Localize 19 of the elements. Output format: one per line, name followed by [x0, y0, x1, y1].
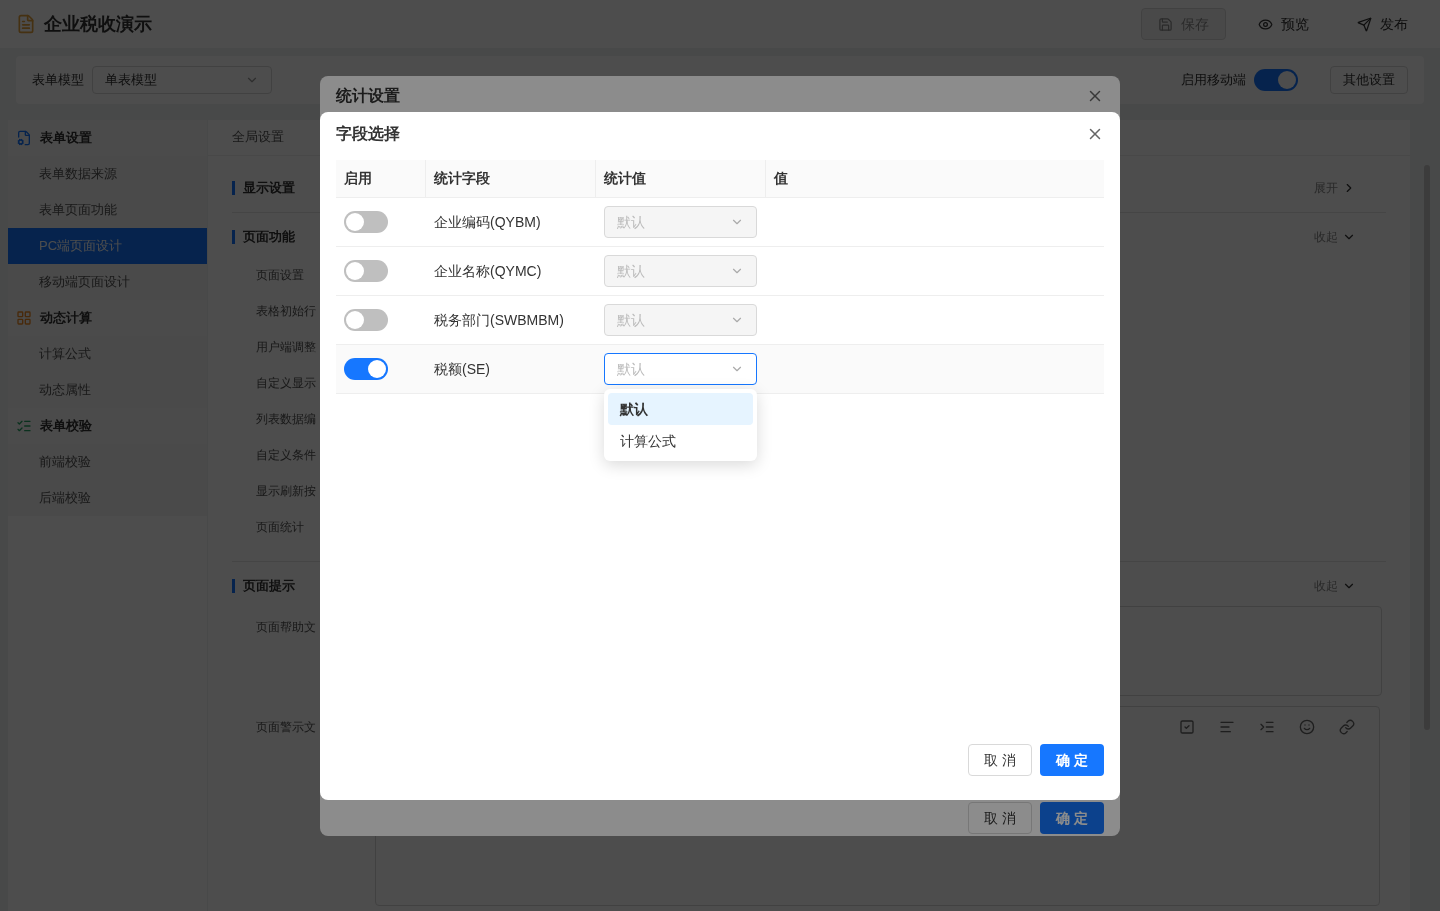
column-header: 统计字段 [426, 160, 596, 197]
dialog-title: 字段选择 [336, 124, 400, 144]
table-cell-text: 税务部门(SWBMBM) [433, 310, 565, 330]
section-title: 页面功能 [232, 230, 295, 244]
sidebar-group-title: 动态计算 [40, 309, 92, 328]
table-cell-text: 税额(SE) [433, 359, 491, 379]
table-cell-text: 企业名称(QYMC) [433, 261, 543, 281]
column-header: 值 [773, 169, 789, 188]
field-label: 表单模型 [32, 71, 84, 90]
dialog-title: 统计设置 [336, 86, 400, 106]
table-cell-text: 企业编码(QYBM) [433, 212, 542, 232]
app-title: 企业税收演示 [44, 12, 152, 36]
sidebar-group-title: 表单校验 [40, 417, 92, 436]
column-header: 启用 [336, 160, 426, 197]
section-title: 显示设置 [232, 181, 295, 195]
field-label: 启用移动端 [1181, 71, 1246, 90]
column-header: 统计值 [596, 160, 766, 197]
sidebar-group-title: 表单设置 [40, 129, 92, 148]
section-title: 页面提示 [232, 579, 295, 593]
